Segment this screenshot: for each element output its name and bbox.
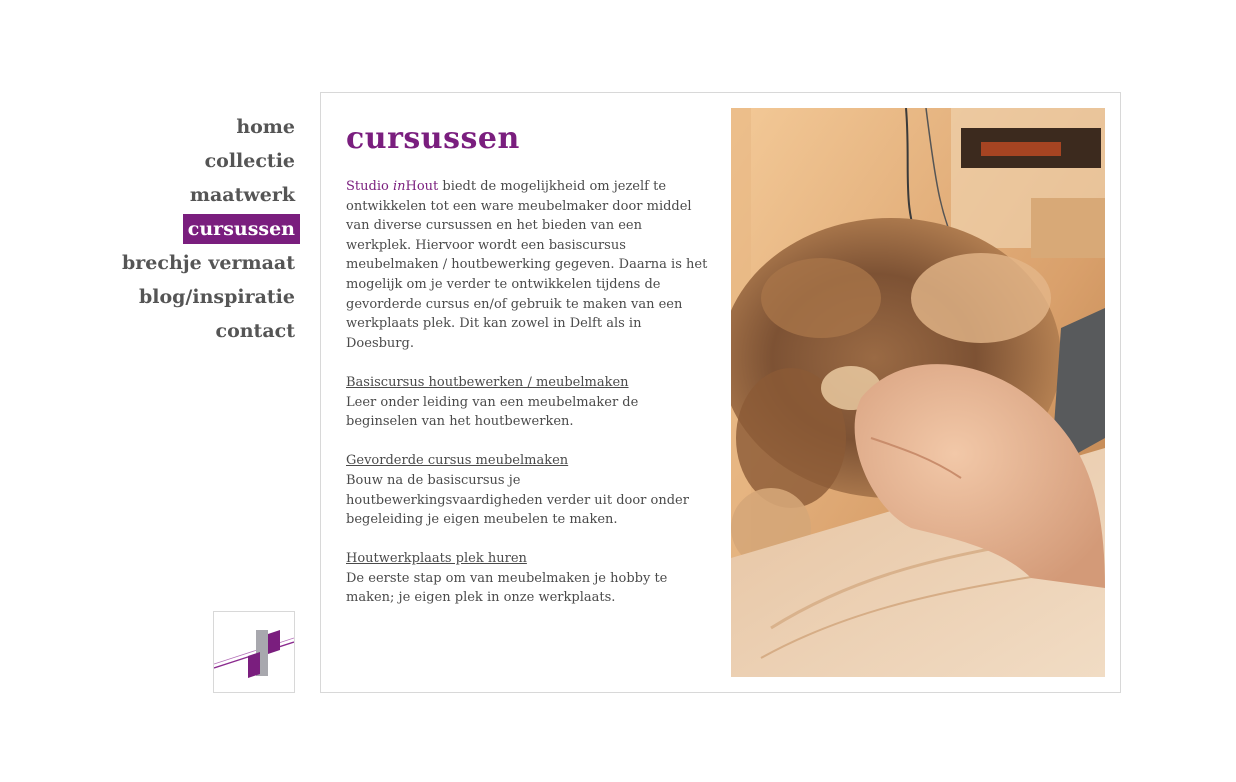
course-section-basis: Basiscursus houtbewerken / meubelmaken L… — [346, 373, 711, 432]
wood-shavings-image — [731, 108, 1105, 677]
nav-item-maatwerk[interactable]: maatwerk — [100, 180, 300, 210]
course-text-gevorderd: Bouw na de basiscursus je houtbewerkings… — [346, 472, 689, 528]
studio-inhout-logo-icon — [213, 630, 295, 678]
course-text-basis: Leer onder leiding van een meubelmaker d… — [346, 394, 639, 430]
course-link-gevorderd[interactable]: Gevorderde cursus meubelmaken — [346, 453, 568, 468]
nav-item-collectie[interactable]: collectie — [100, 146, 300, 176]
nav-item-brechje-vermaat[interactable]: brechje vermaat — [100, 248, 300, 278]
main-navigation: home collectie maatwerk cursussen brechj… — [100, 112, 300, 350]
course-section-werkplaats: Houtwerkplaats plek huren De eerste stap… — [346, 549, 711, 608]
brand-name: Studio inHout — [346, 179, 439, 194]
page-title: cursussen — [346, 121, 520, 156]
intro-paragraph: Studio inHout biedt de mogelijkheid om j… — [346, 179, 708, 351]
nav-item-blog-inspiratie[interactable]: blog/inspiratie — [100, 282, 300, 312]
woodworking-photo — [731, 108, 1105, 677]
site-logo[interactable] — [213, 611, 295, 693]
content-panel: cursussen Studio inHout biedt de mogelij… — [320, 92, 1121, 693]
course-link-werkplaats[interactable]: Houtwerkplaats plek huren — [346, 551, 527, 566]
course-section-gevorderd: Gevorderde cursus meubelmaken Bouw na de… — [346, 451, 711, 529]
nav-item-home[interactable]: home — [100, 112, 300, 142]
nav-item-cursussen[interactable]: cursussen — [182, 214, 300, 244]
nav-item-contact[interactable]: contact — [100, 316, 300, 346]
course-description: Studio inHout biedt de mogelijkheid om j… — [346, 177, 711, 608]
course-text-werkplaats: De eerste stap om van meubelmaken je hob… — [346, 570, 668, 606]
course-link-basis[interactable]: Basiscursus houtbewerken / meubelmaken — [346, 375, 629, 390]
